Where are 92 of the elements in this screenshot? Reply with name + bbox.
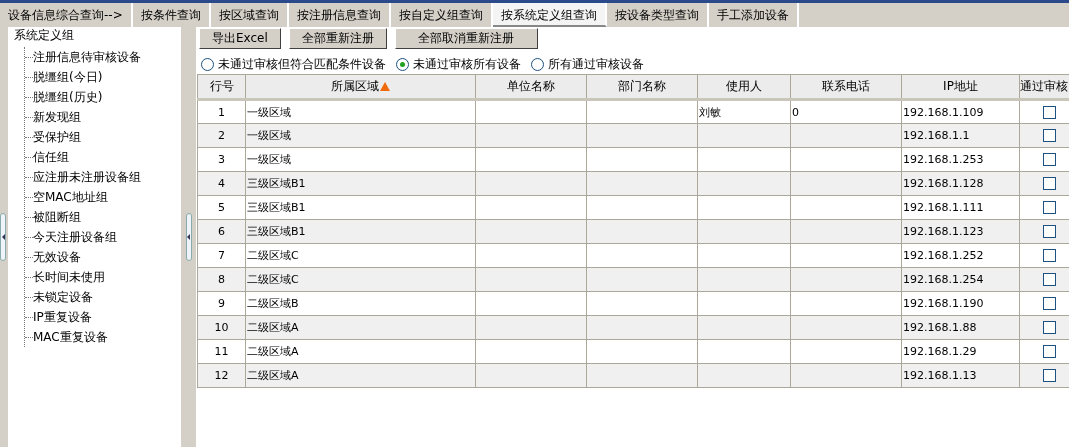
table-cell: 192.168.1.111: [901, 195, 1020, 220]
table-cell: 二级区域C: [245, 267, 476, 292]
column-header[interactable]: 所属区域: [245, 74, 476, 100]
table-cell: 一级区域: [245, 123, 476, 148]
checkbox[interactable]: [1043, 177, 1056, 191]
checkbox[interactable]: [1043, 369, 1056, 383]
tree-item[interactable]: 被阻断组: [33, 208, 81, 226]
column-header[interactable]: 使用人: [697, 74, 791, 100]
tree-item[interactable]: IP重复设备: [33, 308, 92, 326]
toolbar-button[interactable]: 导出Excel: [199, 28, 281, 49]
table-cell: 192.168.1.29: [901, 339, 1020, 364]
table-cell: 192.168.1.13: [901, 363, 1020, 388]
checkbox[interactable]: [1043, 105, 1056, 119]
radio-label: 所有通过审核设备: [548, 56, 644, 73]
checkbox[interactable]: [1043, 345, 1056, 359]
chevron-left-icon: [1, 234, 5, 240]
table-cell: 三级区域B1: [245, 219, 476, 244]
table-cell: 一级区域: [245, 99, 476, 124]
tree-item[interactable]: 未锁定设备: [33, 288, 93, 306]
toolbar-button[interactable]: 全部重新注册: [288, 28, 387, 49]
table-cell: 8: [197, 267, 246, 292]
table-cell: 刘敏: [697, 99, 791, 124]
table-cell: 5: [197, 195, 246, 220]
tree-item[interactable]: 无效设备: [33, 248, 81, 266]
filter-radio[interactable]: 所有通过审核设备: [531, 55, 644, 74]
table-cell: 一级区域: [245, 147, 476, 172]
table-cell: 192.168.1.128: [901, 171, 1020, 196]
column-header[interactable]: 单位名称: [475, 74, 587, 100]
table-cell: 11: [197, 339, 246, 364]
table-cell: 二级区域A: [245, 339, 476, 364]
tree-item[interactable]: 新发现组: [33, 108, 81, 126]
tree-item[interactable]: 空MAC地址组: [33, 188, 108, 206]
radio-icon[interactable]: [531, 58, 544, 71]
tree-item[interactable]: 脱缰组(今日): [33, 68, 103, 86]
table-cell: 192.168.1.252: [901, 243, 1020, 268]
filter-radio[interactable]: 未通过审核但符合匹配条件设备: [201, 55, 386, 74]
tab[interactable]: 按系统定义组查询: [492, 3, 607, 27]
table-cell: 二级区域A: [245, 363, 476, 388]
checkbox[interactable]: [1043, 225, 1056, 239]
table-cell: 192.168.1.190: [901, 291, 1020, 316]
checkbox[interactable]: [1043, 321, 1056, 335]
table-cell: 3: [197, 147, 246, 172]
column-header[interactable]: 行号: [197, 74, 246, 100]
checkbox[interactable]: [1043, 201, 1056, 215]
column-header[interactable]: 通过审核: [1019, 74, 1069, 100]
column-header[interactable]: 联系电话: [790, 74, 902, 100]
collapse-handle[interactable]: [185, 213, 192, 261]
table-cell: 192.168.1.254: [901, 267, 1020, 292]
table-cell: 9: [197, 291, 246, 316]
table-cell: 三级区域B1: [245, 195, 476, 220]
filter-radio[interactable]: 未通过审核所有设备: [396, 55, 521, 74]
tree-item[interactable]: 信任组: [33, 148, 69, 166]
tree-item[interactable]: 应注册未注册设备组: [33, 168, 141, 186]
tree-item[interactable]: 今天注册设备组: [33, 228, 117, 246]
tree-item[interactable]: 系统定义组: [14, 27, 74, 47]
table-cell: 4: [197, 171, 246, 196]
table-cell: 三级区域B1: [245, 171, 476, 196]
table-cell: 7: [197, 243, 246, 268]
table-cell: 6: [197, 219, 246, 244]
column-header[interactable]: IP地址: [901, 74, 1020, 100]
table-cell: 二级区域A: [245, 315, 476, 340]
table-cell: 1: [197, 99, 246, 124]
sort-ascending-icon: [380, 82, 390, 91]
radio-icon[interactable]: [201, 58, 214, 71]
checkbox[interactable]: [1043, 129, 1056, 143]
radio-icon[interactable]: [396, 58, 409, 71]
column-header[interactable]: 部门名称: [586, 74, 698, 100]
checkbox[interactable]: [1043, 273, 1056, 287]
tree-item[interactable]: 脱缰组(历史): [33, 88, 103, 106]
tree-item[interactable]: MAC重复设备: [33, 328, 108, 346]
chevron-left-icon: [187, 234, 190, 240]
table-cell: 二级区域C: [245, 243, 476, 268]
table-cell: 2: [197, 123, 246, 148]
radio-label: 未通过审核所有设备: [413, 56, 521, 73]
tree-item[interactable]: 注册信息待审核设备: [33, 48, 141, 66]
table-cell: 0: [790, 99, 902, 124]
table-cell: 12: [197, 363, 246, 388]
tree-item[interactable]: 长时间未使用: [33, 268, 105, 286]
table-cell: 10: [197, 315, 246, 340]
checkbox[interactable]: [1043, 297, 1056, 311]
table-cell: 192.168.1.1: [901, 123, 1020, 148]
tree-item[interactable]: 受保护组: [33, 128, 81, 146]
collapse-handle[interactable]: [0, 213, 6, 261]
checkbox[interactable]: [1043, 249, 1056, 263]
table-cell: 192.168.1.88: [901, 315, 1020, 340]
table-cell: 192.168.1.123: [901, 219, 1020, 244]
toolbar-button[interactable]: 全部取消重新注册: [394, 28, 538, 49]
radio-label: 未通过审核但符合匹配条件设备: [218, 56, 386, 73]
table-cell: 192.168.1.109: [901, 99, 1020, 124]
checkbox[interactable]: [1043, 153, 1056, 167]
table-cell: 192.168.1.253: [901, 147, 1020, 172]
table-cell: 二级区域B: [245, 291, 476, 316]
